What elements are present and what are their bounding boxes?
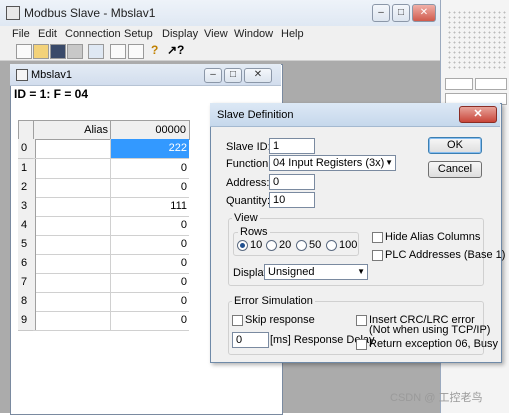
address-label: Address:: [226, 177, 270, 189]
window-title: Modbus Slave - Mbslav1: [24, 6, 156, 20]
child-title: Mbslav1: [31, 69, 72, 81]
response-delay-field[interactable]: 0: [232, 332, 269, 348]
alias-cell[interactable]: [33, 273, 111, 293]
value-cell[interactable]: 222: [111, 139, 189, 159]
value-cell[interactable]: 0: [111, 178, 189, 198]
address-field[interactable]: 0: [269, 174, 315, 190]
slave-id-label: Slave ID:: [226, 141, 271, 153]
display-dropdown[interactable]: Unsigned ▼: [264, 264, 368, 280]
insert-crc-note: (Not when using TCP/IP): [369, 324, 491, 336]
help-icon[interactable]: ?: [151, 43, 158, 57]
value-cell[interactable]: 111: [111, 197, 189, 217]
alias-cell[interactable]: [33, 292, 111, 312]
new-file-icon[interactable]: [16, 44, 32, 59]
return-exception-label: Return exception 06, Busy: [369, 338, 499, 350]
alias-cell[interactable]: [33, 254, 111, 274]
chevron-down-icon: ▼: [357, 267, 365, 276]
alias-cell[interactable]: [33, 311, 111, 331]
child-minimize-button[interactable]: –: [204, 68, 222, 83]
dialog-title: Slave Definition: [217, 109, 294, 121]
address-column-header: 00000: [110, 120, 190, 140]
return-exception-checkbox[interactable]: [356, 339, 367, 350]
value-cell[interactable]: 0: [111, 254, 189, 274]
rows-group-label: Rows: [238, 226, 270, 238]
slave-id-field[interactable]: 1: [269, 138, 315, 154]
alias-column-header: Alias: [33, 120, 112, 140]
skip-response-checkbox[interactable]: [232, 315, 243, 326]
value-cell[interactable]: 0: [111, 235, 189, 255]
rows-50-label: 50: [309, 239, 322, 251]
dialog-close-icon[interactable]: ✕: [459, 106, 497, 123]
hide-alias-label: Hide Alias Columns: [385, 231, 481, 243]
cancel-button[interactable]: Cancel: [428, 161, 482, 178]
rows-50-radio[interactable]: [296, 240, 307, 251]
child-close-icon[interactable]: ✕: [244, 68, 272, 83]
print-icon[interactable]: [67, 44, 83, 59]
rows-20-label: 20: [279, 239, 292, 251]
value-cell[interactable]: 0: [111, 273, 189, 293]
alias-cell[interactable]: [33, 159, 111, 179]
save-icon[interactable]: [50, 44, 66, 59]
alias-cell[interactable]: [33, 216, 111, 236]
app-icon: [6, 6, 20, 20]
disconnect-icon[interactable]: [128, 44, 144, 59]
bg-field: [445, 78, 473, 90]
alias-cell[interactable]: [33, 235, 111, 255]
alias-cell[interactable]: [33, 139, 111, 159]
rows-100-label: 100: [339, 239, 358, 251]
minimize-button[interactable]: –: [372, 4, 390, 22]
plc-addresses-label: PLC Addresses (Base 1): [385, 249, 506, 261]
view-group-label: View: [232, 212, 260, 224]
toolbar: [0, 42, 440, 61]
chevron-down-icon: ▼: [385, 158, 393, 167]
skip-response-label: Skip response: [245, 314, 315, 326]
maximize-button[interactable]: □: [392, 4, 410, 22]
window-icon[interactable]: [88, 44, 104, 59]
error-group-label: Error Simulation: [232, 295, 315, 307]
plc-addresses-checkbox[interactable]: [372, 250, 383, 261]
menu-edit[interactable]: Edit: [38, 28, 57, 40]
alias-cell[interactable]: [33, 197, 111, 217]
context-help-icon[interactable]: ↗?: [167, 43, 184, 57]
menu-file[interactable]: File: [12, 28, 30, 40]
menu-window[interactable]: Window: [234, 28, 273, 40]
menu-setup[interactable]: Setup: [124, 28, 153, 40]
alias-cell[interactable]: [33, 178, 111, 198]
bg-field: [475, 78, 507, 90]
rows-100-radio[interactable]: [326, 240, 337, 251]
slave-info: ID = 1: F = 04: [14, 87, 89, 101]
menu-view[interactable]: View: [204, 28, 228, 40]
close-icon[interactable]: ✕: [412, 4, 436, 22]
rows-20-radio[interactable]: [266, 240, 277, 251]
document-icon: [16, 69, 28, 81]
insert-crc-checkbox[interactable]: [356, 315, 367, 326]
menu-display[interactable]: Display: [162, 28, 198, 40]
dot-grid: [447, 10, 507, 70]
child-maximize-button[interactable]: □: [224, 68, 242, 83]
value-cell[interactable]: 0: [111, 159, 189, 179]
rows-10-radio[interactable]: [237, 240, 248, 251]
quantity-label: Quantity:: [226, 195, 271, 207]
ok-button[interactable]: OK: [428, 137, 482, 154]
menu-help[interactable]: Help: [281, 28, 304, 40]
value-cell[interactable]: 0: [111, 292, 189, 312]
function-label: Function:: [226, 158, 272, 170]
hide-alias-checkbox[interactable]: [372, 232, 383, 243]
value-cell[interactable]: 0: [111, 311, 189, 331]
rows-10-label: 10: [250, 239, 263, 251]
watermark: CSDN @ 工控老鸟: [390, 392, 483, 404]
value-cell[interactable]: 0: [111, 216, 189, 236]
quantity-field[interactable]: 10: [269, 192, 315, 208]
function-dropdown[interactable]: 04 Input Registers (3x) ▼: [269, 155, 396, 171]
menu-connection[interactable]: Connection: [65, 28, 121, 40]
connect-icon[interactable]: [110, 44, 126, 59]
open-folder-icon[interactable]: [33, 44, 49, 59]
